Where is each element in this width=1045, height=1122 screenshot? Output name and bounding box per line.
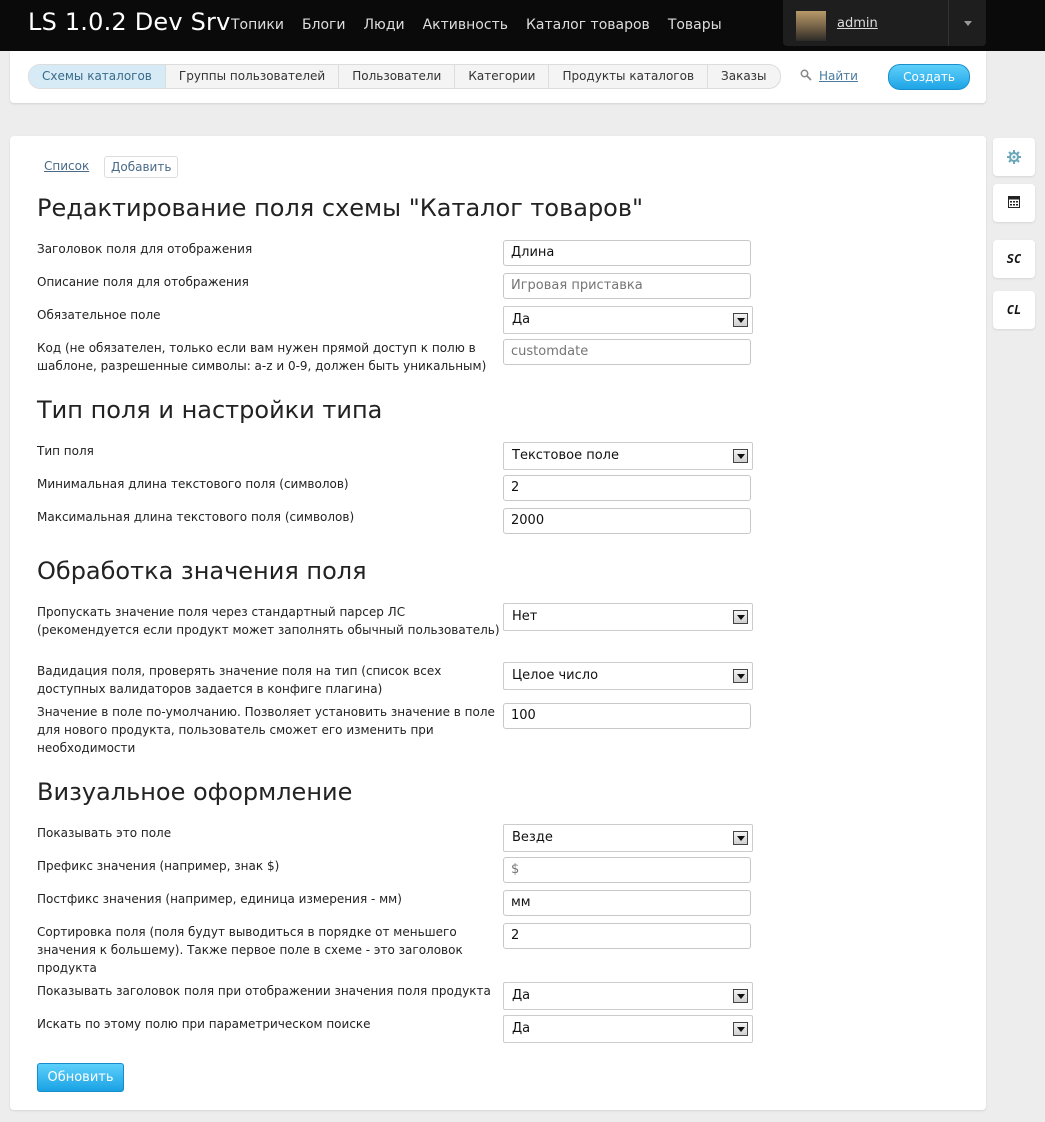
default-value-input[interactable] [503,703,751,729]
side-widget-calendar[interactable] [993,184,1035,222]
nav-activity[interactable]: Активность [414,0,517,51]
chevron-down-icon[interactable] [733,669,748,683]
show-select[interactable]: Везде [503,824,753,852]
nav-products[interactable]: Товары [659,0,731,51]
side-widget-sc[interactable]: SC [993,240,1035,278]
tab-users[interactable]: Пользователи [339,65,456,88]
calendar-icon [1008,196,1020,208]
tab-catalog-products[interactable]: Продукты каталогов [549,65,709,88]
app-logo[interactable]: LS 1.0.2 Dev Srv [28,8,231,36]
nav-people[interactable]: Люди [355,0,414,51]
list-link[interactable]: Список [44,159,89,173]
tab-categories[interactable]: Категории [455,65,550,88]
chevron-down-icon[interactable] [733,1022,748,1036]
field-label-search: Искать по этому полю при параметрическом… [37,1017,371,1031]
add-button[interactable]: Добавить [104,156,179,178]
gear-icon [1007,150,1021,164]
required-select[interactable]: Да [503,306,753,334]
section-heading-visual: Визуальное оформление [37,778,353,806]
field-label-sort: Сортировка поля (поля будут выводиться в… [37,925,463,975]
select-value: Везде [512,830,553,845]
max-length-input[interactable] [503,508,751,534]
validation-select[interactable]: Целое число [503,662,753,690]
min-length-input[interactable] [503,475,751,501]
chevron-down-icon[interactable] [733,989,748,1003]
tab-user-groups[interactable]: Группы пользователей [166,65,340,88]
field-label-prefix: Префикс значения (например, знак $) [37,859,280,873]
select-value: Да [512,312,531,327]
nav-catalog[interactable]: Каталог товаров [517,0,659,51]
field-label-show-title: Показывать заголовок поля при отображени… [37,984,491,998]
chevron-down-icon[interactable] [733,313,748,327]
section-heading-processing: Обработка значения поля [37,557,367,585]
side-widget-cl-label: CL [1006,303,1022,317]
select-value: Нет [512,609,538,624]
field-label-validation: Вадидация поля, проверять значение поля … [37,664,442,696]
page-title: Редактирование поля схемы "Каталог товар… [37,194,644,222]
side-widget-settings[interactable] [993,138,1035,176]
search-select[interactable]: Да [503,1015,753,1043]
postfix-input[interactable] [503,890,751,916]
field-label-description: Описание поля для отображения [37,275,249,289]
type-select[interactable]: Текстовое поле [503,442,753,470]
nav-blogs[interactable]: Блоги [293,0,355,51]
select-value: Да [512,1021,531,1036]
top-bar: LS 1.0.2 Dev Srv Топики Блоги Люди Актив… [0,0,1045,51]
field-label-min-length: Минимальная длина текстового поля (симво… [37,477,349,491]
field-code-input[interactable] [503,339,751,365]
nav-topics[interactable]: Топики [222,0,293,51]
username-link[interactable]: admin [837,16,878,31]
field-label-title: Заголовок поля для отображения [37,242,253,256]
field-label-required: Обязательное поле [37,308,161,322]
field-label-parser: Пропускать значение поля через стандартн… [37,605,500,637]
user-menu: admin [783,0,986,46]
content-panel: Список Добавить Редактирование поля схем… [10,136,986,1110]
select-value: Текстовое поле [512,448,619,463]
admin-tabs: Схемы каталогов Группы пользователей Пол… [28,64,781,89]
tab-orders[interactable]: Заказы [708,65,780,88]
select-value: Да [512,988,531,1003]
main-nav: Топики Блоги Люди Активность Каталог тов… [222,0,731,51]
admin-subnav: Схемы каталогов Группы пользователей Пол… [10,51,986,103]
chevron-down-icon[interactable] [733,449,748,463]
select-value: Целое число [512,668,599,683]
search-link[interactable]: Найти [819,69,858,83]
show-title-select[interactable]: Да [503,982,753,1010]
chevron-down-icon[interactable] [964,21,972,26]
field-description-input[interactable] [503,273,751,299]
prefix-input[interactable] [503,857,751,883]
side-widget-cl[interactable]: CL [993,291,1035,329]
divider [948,0,949,46]
field-label-postfix: Постфикс значения (например, единица изм… [37,892,402,906]
side-widget-sc-label: SC [1006,252,1022,266]
field-label-max-length: Максимальная длина текстового поля (симв… [37,510,355,524]
parser-select[interactable]: Нет [503,603,753,631]
field-label-default: Значение в поле по-умолчанию. Позволяет … [37,705,495,755]
create-button[interactable]: Создать [888,64,970,90]
field-label-show: Показывать это поле [37,826,172,840]
field-title-input[interactable] [503,240,751,266]
tab-catalog-schemes[interactable]: Схемы каталогов [29,65,166,88]
sort-input[interactable] [503,923,751,949]
chevron-down-icon[interactable] [733,610,748,624]
update-button[interactable]: Обновить [37,1063,124,1092]
chevron-down-icon[interactable] [733,831,748,845]
avatar[interactable] [796,11,826,41]
section-heading-type: Тип поля и настройки типа [37,396,383,424]
field-label-code: Код (не обязателен, только если вам нуже… [37,341,487,373]
search-icon[interactable] [800,69,812,81]
field-label-type: Тип поля [37,444,94,458]
